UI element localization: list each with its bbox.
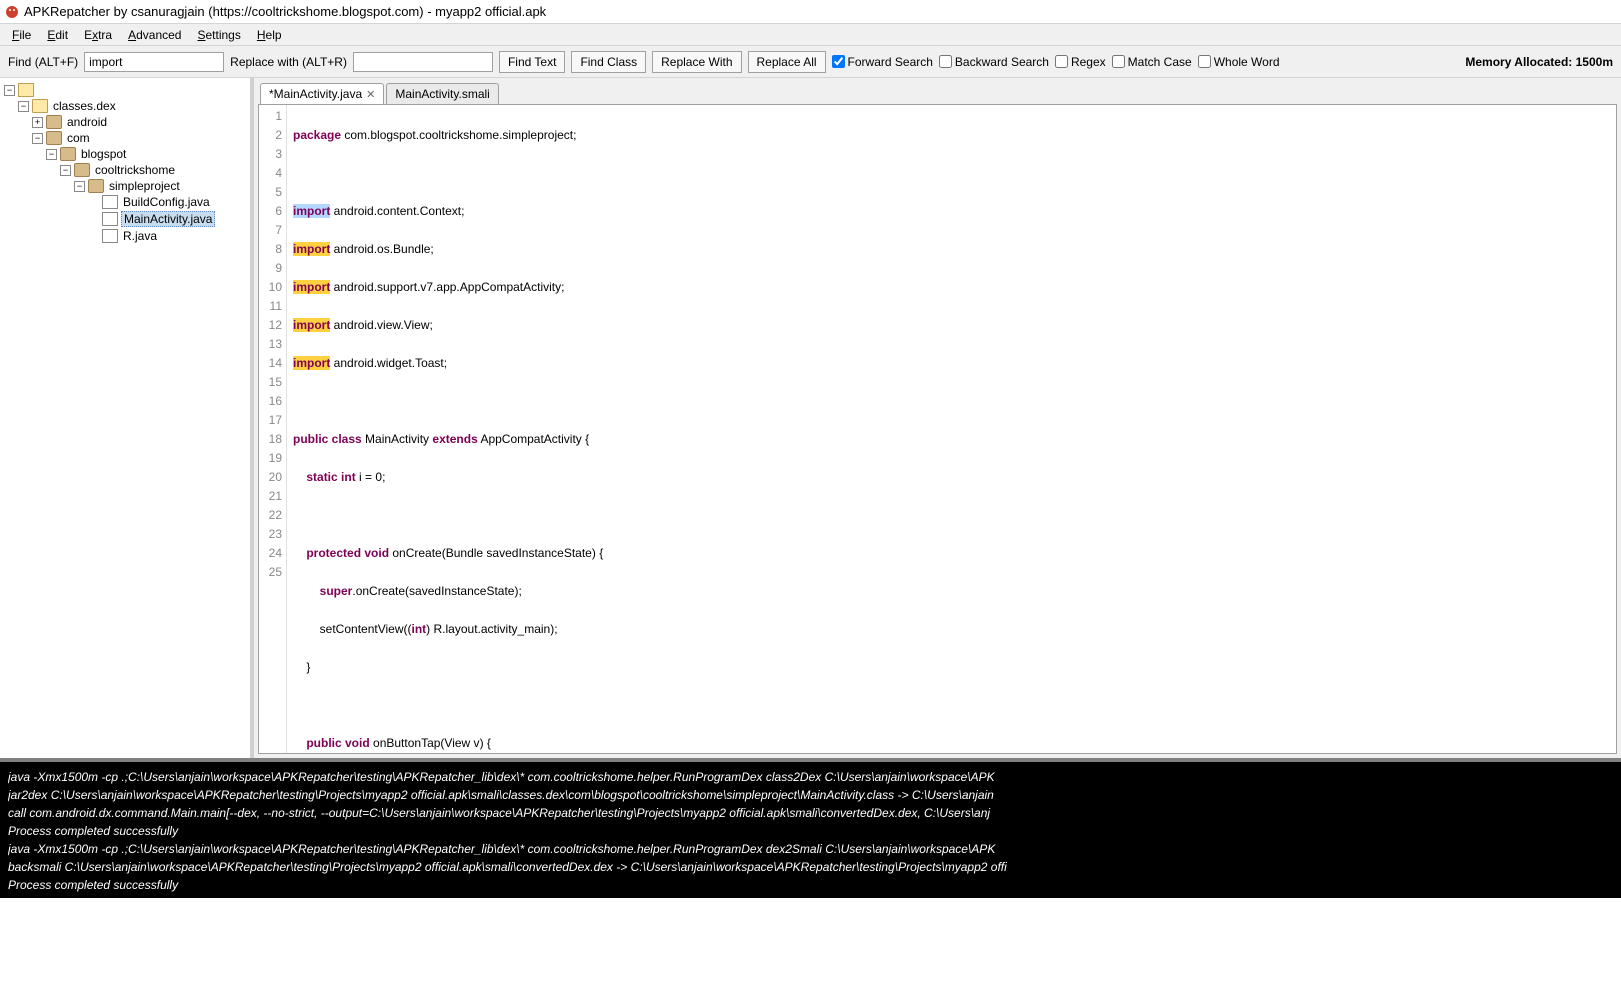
tree-file-r[interactable]: R.java: [4, 228, 246, 244]
replace-input[interactable]: [353, 52, 493, 72]
editor-tabs: *MainActivity.java ✕ MainActivity.smali: [254, 78, 1621, 104]
tree-node-simpleproject[interactable]: − simpleproject: [4, 178, 246, 194]
package-icon: [46, 115, 62, 129]
replace-all-button[interactable]: Replace All: [748, 51, 826, 73]
tab-mainactivity-java[interactable]: *MainActivity.java ✕: [260, 83, 384, 104]
file-icon: [102, 212, 118, 226]
menu-advanced[interactable]: Advanced: [120, 26, 189, 44]
memory-allocated-label: Memory Allocated: 1500m: [1465, 55, 1613, 69]
archive-icon: [32, 99, 48, 113]
tab-mainactivity-smali[interactable]: MainActivity.smali: [386, 83, 498, 104]
find-text-button[interactable]: Find Text: [499, 51, 565, 73]
collapse-icon[interactable]: −: [46, 149, 57, 160]
expand-icon[interactable]: +: [32, 117, 43, 128]
code-editor[interactable]: package com.blogspot.cooltrickshome.simp…: [287, 105, 1616, 753]
console-line: Process completed successfully: [8, 876, 1613, 894]
collapse-icon[interactable]: −: [74, 181, 85, 192]
find-label: Find (ALT+F): [8, 55, 78, 69]
console-output[interactable]: java -Xmx1500m -cp .;C:\Users\anjain\wor…: [0, 758, 1621, 898]
tree-file-mainactivity[interactable]: MainActivity.java: [4, 210, 246, 228]
find-input[interactable]: [84, 52, 224, 72]
line-gutter: 12345 678910 1112131415 1617181920 21222…: [259, 105, 287, 753]
console-line: Process completed successfully: [8, 822, 1613, 840]
console-line: jar2dex C:\Users\anjain\workspace\APKRep…: [8, 786, 1613, 804]
whole-word-checkbox[interactable]: Whole Word: [1198, 55, 1280, 69]
tree-node-cooltrickshome[interactable]: − cooltrickshome: [4, 162, 246, 178]
match-case-checkbox[interactable]: Match Case: [1112, 55, 1192, 69]
tree-root[interactable]: −: [4, 82, 246, 98]
menu-edit[interactable]: Edit: [39, 26, 76, 44]
console-line: call com.android.dx.command.Main.main[--…: [8, 804, 1613, 822]
backward-search-checkbox[interactable]: Backward Search: [939, 55, 1049, 69]
file-icon: [102, 195, 118, 209]
forward-search-checkbox[interactable]: Forward Search: [832, 55, 933, 69]
title-bar: APKRepatcher by csanuragjain (https://co…: [0, 0, 1621, 24]
main-area: − − classes.dex + android − com: [0, 78, 1621, 758]
file-icon: [102, 229, 118, 243]
replace-with-button[interactable]: Replace With: [652, 51, 741, 73]
tree-node-android[interactable]: + android: [4, 114, 246, 130]
menu-file[interactable]: File: [4, 26, 39, 44]
folder-icon: [18, 83, 34, 97]
package-icon: [74, 163, 90, 177]
code-panel: 12345 678910 1112131415 1617181920 21222…: [258, 104, 1617, 754]
regex-checkbox[interactable]: Regex: [1055, 55, 1106, 69]
console-line: java -Xmx1500m -cp .;C:\Users\anjain\wor…: [8, 840, 1613, 858]
menu-settings[interactable]: Settings: [189, 26, 248, 44]
package-icon: [60, 147, 76, 161]
collapse-icon[interactable]: −: [60, 165, 71, 176]
console-line: backsmali C:\Users\anjain\workspace\APKR…: [8, 858, 1613, 876]
tree-node-com[interactable]: − com: [4, 130, 246, 146]
collapse-icon[interactable]: −: [32, 133, 43, 144]
package-icon: [88, 179, 104, 193]
tree-node-classes-dex[interactable]: − classes.dex: [4, 98, 246, 114]
replace-label: Replace with (ALT+R): [230, 55, 347, 69]
window-title: APKRepatcher by csanuragjain (https://co…: [24, 4, 546, 19]
menu-extra[interactable]: Extra: [76, 26, 120, 44]
menu-help[interactable]: Help: [249, 26, 290, 44]
tree-file-buildconfig[interactable]: BuildConfig.java: [4, 194, 246, 210]
find-class-button[interactable]: Find Class: [571, 51, 646, 73]
tree-node-blogspot[interactable]: − blogspot: [4, 146, 246, 162]
package-icon: [46, 131, 62, 145]
app-icon: [4, 4, 20, 20]
menu-bar: File Edit Extra Advanced Settings Help: [0, 24, 1621, 46]
toolbar: Find (ALT+F) Replace with (ALT+R) Find T…: [0, 46, 1621, 78]
project-tree[interactable]: − − classes.dex + android − com: [0, 78, 254, 758]
console-line: java -Xmx1500m -cp .;C:\Users\anjain\wor…: [8, 768, 1613, 786]
editor-area: *MainActivity.java ✕ MainActivity.smali …: [254, 78, 1621, 758]
collapse-icon[interactable]: −: [18, 101, 29, 112]
close-tab-icon[interactable]: ✕: [366, 88, 375, 101]
collapse-icon[interactable]: −: [4, 85, 15, 96]
